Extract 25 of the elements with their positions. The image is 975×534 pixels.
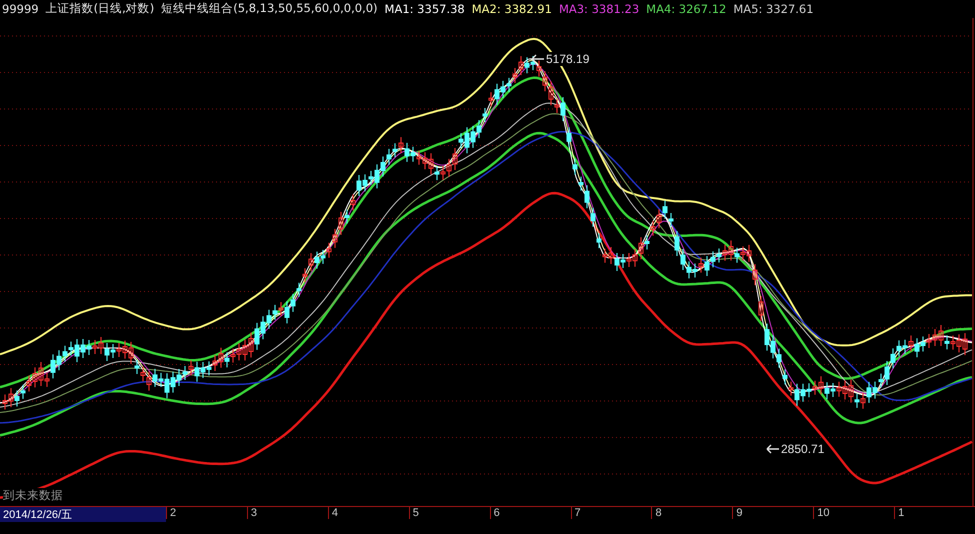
chart-note: 到未来数据 <box>3 488 63 503</box>
stock-code: 99999 <box>2 2 39 16</box>
pointer-icon <box>531 52 545 66</box>
ma-value: MA2: 3382.91 <box>472 2 552 16</box>
month-label: 4 <box>328 506 409 519</box>
month-label: 8 <box>651 506 732 519</box>
month-label: 1 <box>894 506 975 519</box>
month-label: 10 <box>813 506 894 519</box>
ma-value: MA3: 3381.23 <box>558 2 640 16</box>
month-label: 5 <box>408 506 490 519</box>
price-value: 5178.19 <box>545 52 590 66</box>
stock-name: 上证指数(日线,对数) <box>46 1 154 16</box>
pointer-icon <box>766 442 780 456</box>
price-value: 2850.71 <box>780 442 826 456</box>
indicator-name: 短线中线组合(5,8,13,50,55,60,0,0,0,0) <box>161 1 378 16</box>
ma-value: MA4: 3267.12 <box>646 2 726 16</box>
ma-value: MA5: 3327.61 <box>733 2 814 16</box>
month-label: 7 <box>570 506 652 519</box>
month-label: 6 <box>490 506 571 519</box>
date-label: 2014/12/26/五 <box>0 506 166 522</box>
month-label: 2 <box>166 506 247 519</box>
month-label: 9 <box>732 506 814 519</box>
candlestick <box>566 126 572 148</box>
month-label: 3 <box>246 506 328 519</box>
ma-value: MA1: 3357.38 <box>384 2 465 16</box>
